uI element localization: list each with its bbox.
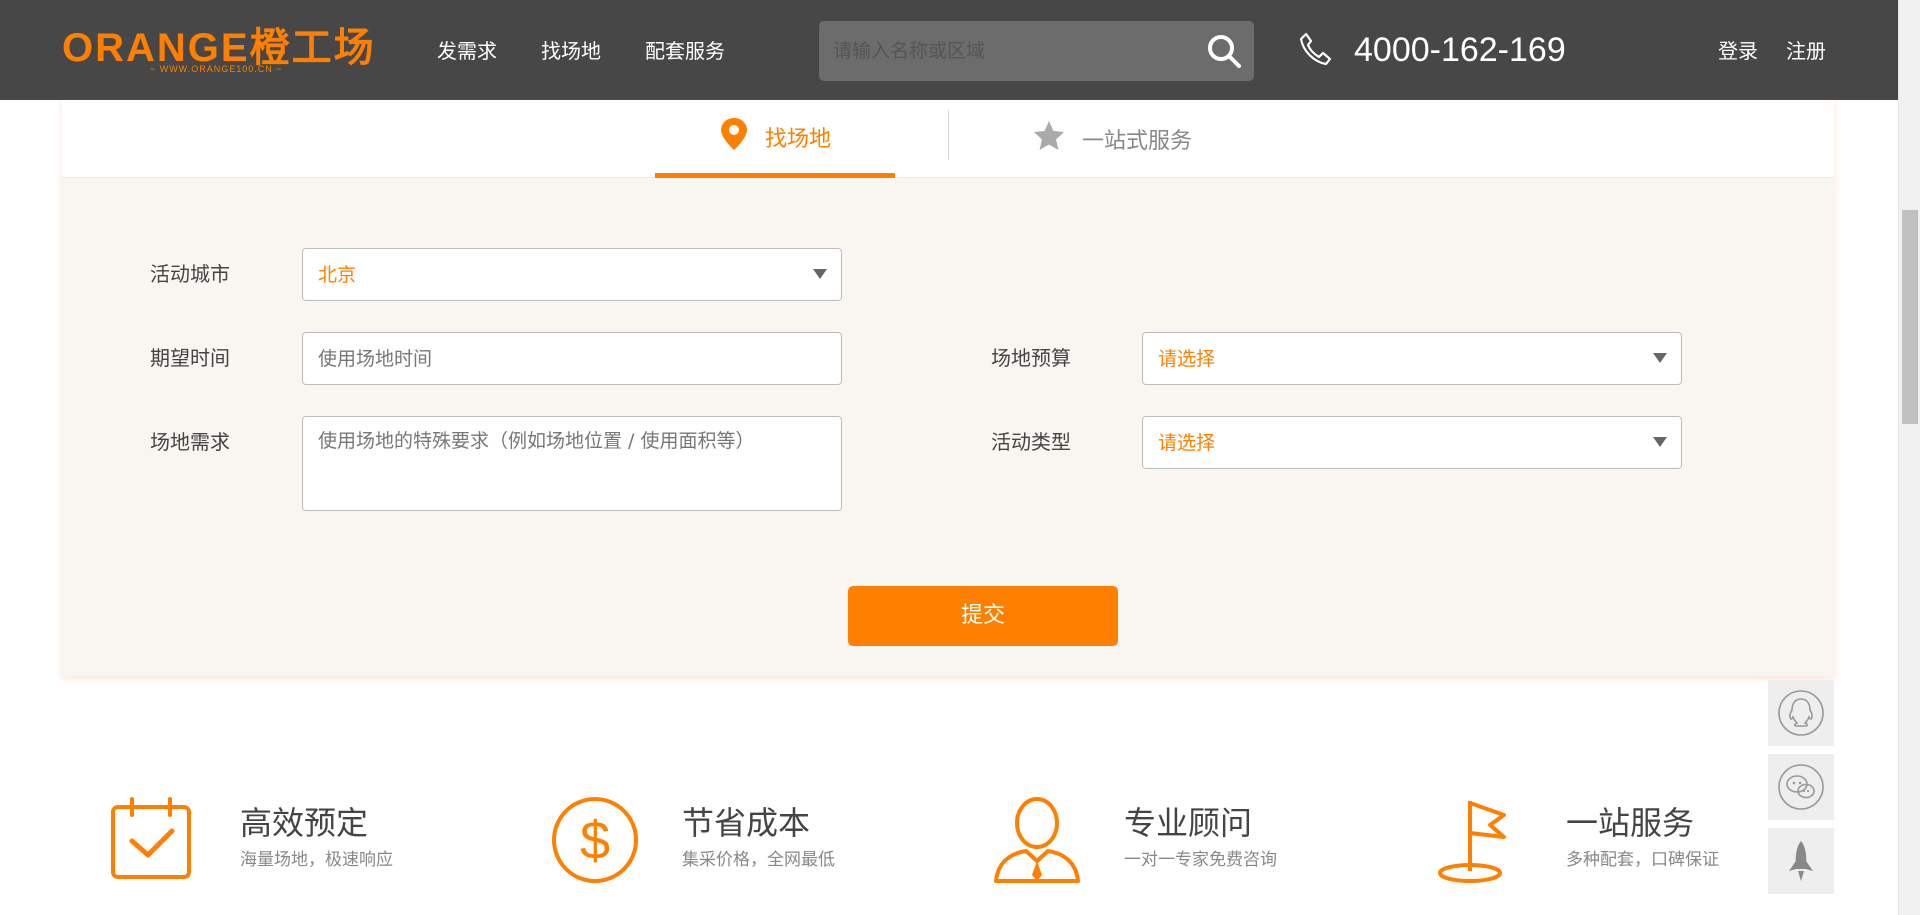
activity-type-select[interactable]: 请选择 [1142,416,1682,469]
requirement-placeholder: 使用场地的特殊要求（例如场地位置 / 使用面积等） [318,430,755,452]
feature-consultant: 专业顾问 一对一专家免费咨询 [992,795,1332,895]
wechat-contact-button[interactable] [1768,754,1834,820]
rocket-icon [1789,841,1813,881]
qq-contact-button[interactable] [1768,680,1834,746]
budget-label: 场地预算 [991,346,1071,370]
auth-links: 登录 注册 [1718,38,1826,64]
phone-icon [1299,32,1332,66]
tab-bar: 找场地 一站式服务 [62,100,1834,178]
search-icon [1208,35,1241,68]
feature-title: 高效预定 [240,804,369,842]
dollar-icon: $ [552,797,638,883]
nav-item-find-venue[interactable]: 找场地 [541,38,601,64]
nav-item-services[interactable]: 配套服务 [645,38,725,64]
city-label: 活动城市 [150,262,230,286]
chevron-down-icon [1653,353,1667,363]
nav-item-post-demand[interactable]: 发需求 [437,38,497,64]
scrollbar-thumb[interactable] [1902,210,1918,424]
feature-save-cost: $ 节省成本 集采价格，全网最低 [550,795,890,895]
chevron-down-icon [813,269,827,279]
page-scrollbar[interactable] [1898,0,1920,915]
map-pin-icon [720,117,747,150]
qq-icon [1778,690,1824,736]
login-link[interactable]: 登录 [1718,38,1758,64]
requirement-textarea[interactable]: 使用场地的特殊要求（例如场地位置 / 使用面积等） [302,416,842,511]
feature-subtitle: 多种配套，口碑保证 [1566,850,1719,870]
brand-name: ORANGE橙工场 [62,26,376,70]
feature-subtitle: 海量场地，极速响应 [240,850,393,870]
city-select[interactable]: 北京 [302,248,842,301]
tab-find-venue[interactable]: 找场地 [655,100,895,178]
venue-search-card: 找场地 一站式服务 活动城市 北京 期望时间 使用场地时间 场地预算 请选择 场… [62,100,1834,676]
activity-type-value: 请选择 [1158,432,1216,454]
svg-text:$: $ [580,811,610,871]
feature-subtitle: 一对一专家免费咨询 [1124,850,1277,870]
feature-subtitle: 集采价格，全网最低 [682,850,835,870]
star-icon [1034,121,1064,150]
requirement-label: 场地需求 [150,430,230,454]
feature-title: 专业顾问 [1124,804,1253,842]
calendar-check-icon [111,797,191,879]
time-label: 期望时间 [150,346,230,370]
hotline-number: 4000-162-169 [1354,31,1566,69]
time-input[interactable]: 使用场地时间 [302,332,842,385]
city-select-value: 北京 [318,264,357,286]
submit-button[interactable]: 提交 [848,586,1118,646]
budget-select[interactable]: 请选择 [1142,332,1682,385]
activity-type-label: 活动类型 [991,430,1071,454]
back-to-top-button[interactable] [1768,828,1834,894]
main-nav: 发需求 找场地 配套服务 [437,38,725,64]
flag-icon [1438,801,1506,883]
time-input-placeholder: 使用场地时间 [318,348,433,370]
brand-logo[interactable]: ORANGE橙工场 ~ WWW.ORANGE100.CN ~ [62,28,396,76]
budget-select-value: 请选择 [1158,348,1216,370]
search-box [819,21,1254,81]
chevron-down-icon [1653,437,1667,447]
wechat-icon [1778,764,1824,810]
top-header: ORANGE橙工场 ~ WWW.ORANGE100.CN ~ 发需求 找场地 配… [0,0,1898,100]
search-input[interactable] [833,21,1193,81]
tab-label: 找场地 [764,126,831,152]
brand-subtitle: ~ WWW.ORANGE100.CN ~ [150,64,283,74]
feature-title: 节省成本 [682,804,811,842]
feature-efficient-booking: 高效预定 海量场地，极速响应 [110,795,450,895]
tab-one-stop-service[interactable]: 一站式服务 [1032,100,1272,178]
tab-divider [948,110,949,160]
search-button[interactable] [1206,33,1242,69]
feature-one-stop: 一站服务 多种配套，口碑保证 [1432,795,1772,895]
consultant-icon [994,797,1080,883]
tab-label: 一站式服务 [1082,129,1193,154]
register-link[interactable]: 注册 [1786,38,1826,64]
feature-title: 一站服务 [1566,804,1695,842]
